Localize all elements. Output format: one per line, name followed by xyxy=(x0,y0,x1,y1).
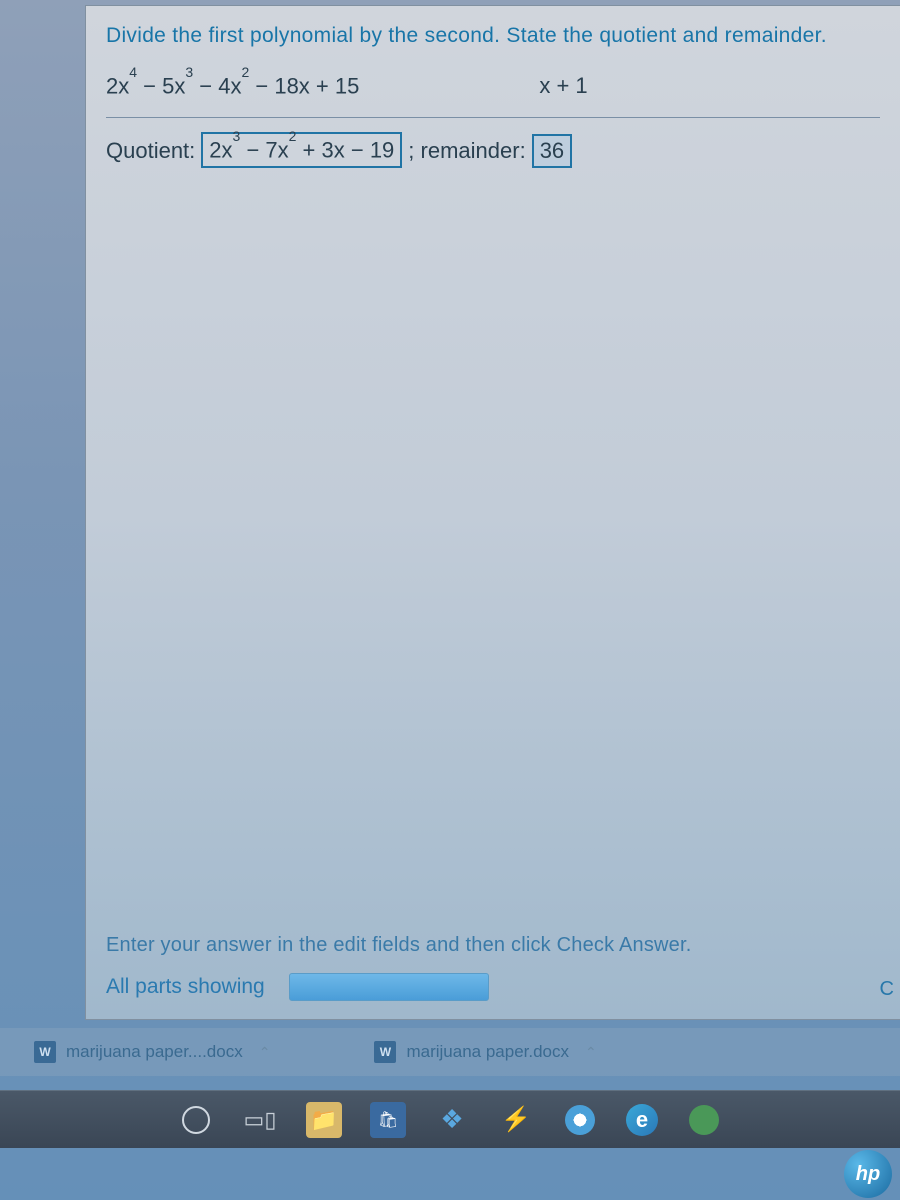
download-chip[interactable]: W marijuana paper....docx ⌃ xyxy=(20,1035,284,1069)
quotient-input[interactable]: 2x3 − 7x2 + 3x − 19 xyxy=(201,132,402,167)
instruction-text: Divide the first polynomial by the secon… xyxy=(106,24,880,48)
windows-taskbar: ▭▯ 📁 🛍 ❖ ⚡ e xyxy=(0,1090,900,1148)
answer-row: Quotient: 2x3 − 7x2 + 3x − 19 ; remainde… xyxy=(106,132,880,167)
cortana-icon[interactable] xyxy=(178,1102,214,1138)
ms-store-icon[interactable]: 🛍 xyxy=(370,1102,406,1138)
remainder-input[interactable]: 36 xyxy=(532,134,572,168)
dropbox-icon[interactable]: ❖ xyxy=(434,1102,470,1138)
corner-letter: C xyxy=(880,978,894,1001)
downloads-bar: W marijuana paper....docx ⌃ W marijuana … xyxy=(0,1028,900,1076)
hp-logo-icon: hp xyxy=(844,1150,892,1198)
hint-text: Enter your answer in the edit fields and… xyxy=(106,934,692,957)
quotient-label: Quotient: xyxy=(106,138,195,164)
task-view-icon[interactable]: ▭▯ xyxy=(242,1102,278,1138)
word-icon: W xyxy=(374,1041,396,1063)
download-chip[interactable]: W marijuana paper.docx ⌃ xyxy=(360,1035,610,1069)
all-parts-label: All parts showing xyxy=(106,975,265,999)
divisor: x + 1 xyxy=(539,73,587,99)
download-filename: marijuana paper.docx xyxy=(406,1042,569,1062)
chevron-up-icon[interactable]: ⌃ xyxy=(259,1044,271,1061)
check-answer-button[interactable] xyxy=(289,973,489,1001)
app-icon[interactable] xyxy=(686,1102,722,1138)
divider-line xyxy=(106,117,880,118)
browser-icon[interactable] xyxy=(562,1102,598,1138)
download-filename: marijuana paper....docx xyxy=(66,1042,243,1062)
remainder-label: ; remainder: xyxy=(408,138,525,164)
word-icon: W xyxy=(34,1041,56,1063)
bottom-row: All parts showing xyxy=(106,973,489,1001)
dividend: 2x4 − 5x3 − 4x2 − 18x + 15 xyxy=(106,72,359,99)
bolt-icon[interactable]: ⚡ xyxy=(498,1102,534,1138)
question-panel: Divide the first polynomial by the secon… xyxy=(85,5,900,1020)
polynomial-row: 2x4 − 5x3 − 4x2 − 18x + 15 x + 1 xyxy=(106,72,880,99)
chevron-up-icon[interactable]: ⌃ xyxy=(585,1044,597,1061)
edge-icon[interactable]: e xyxy=(626,1104,658,1136)
file-explorer-icon[interactable]: 📁 xyxy=(306,1102,342,1138)
